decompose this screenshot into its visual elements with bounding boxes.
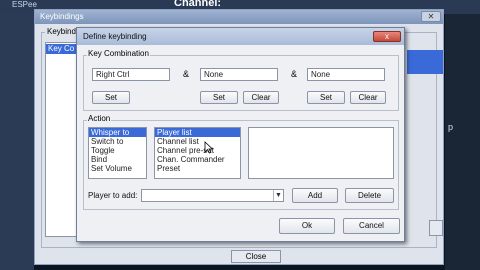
background-app-title: ESPee bbox=[12, 0, 37, 9]
mouse-cursor-icon bbox=[204, 141, 214, 154]
ok-button[interactable]: Ok bbox=[279, 218, 335, 234]
action-list[interactable]: Whisper to Switch to Toggle Bind Set Vol… bbox=[88, 127, 147, 179]
background-left-panel bbox=[0, 14, 34, 270]
set-button-1[interactable]: Set bbox=[92, 91, 130, 104]
chevron-down-icon[interactable]: ▼ bbox=[273, 190, 283, 201]
keybindings-close-button[interactable]: Close bbox=[231, 250, 281, 263]
keybindings-close-icon[interactable]: ✕ bbox=[421, 11, 441, 22]
set-button-2[interactable]: Set bbox=[200, 91, 238, 104]
key-field-1[interactable]: Right Ctrl bbox=[92, 68, 170, 81]
list-item[interactable]: Chan. Commander bbox=[155, 155, 240, 164]
action-label: Action bbox=[87, 114, 112, 123]
list-item[interactable]: Player list bbox=[155, 128, 240, 137]
close-icon[interactable]: x bbox=[373, 31, 401, 42]
set-button-3[interactable]: Set bbox=[307, 91, 345, 104]
list-item[interactable]: Channel pre-set bbox=[155, 146, 240, 155]
list-item[interactable]: Preset bbox=[155, 164, 240, 173]
delete-button[interactable]: Delete bbox=[345, 188, 394, 203]
list-item[interactable]: Set Volume bbox=[89, 164, 146, 173]
dialog-title: Define keybinding bbox=[83, 32, 147, 41]
background-right-panel bbox=[445, 14, 480, 270]
list-item[interactable]: Switch to bbox=[89, 137, 146, 146]
cancel-button[interactable]: Cancel bbox=[343, 218, 400, 234]
separator-1: & bbox=[183, 69, 190, 79]
add-button[interactable]: Add bbox=[292, 188, 338, 203]
player-to-add-label: Player to add: bbox=[88, 191, 138, 200]
background-right-letter: p bbox=[448, 122, 454, 132]
target-list[interactable]: Player list Channel list Channel pre-set… bbox=[154, 127, 241, 179]
key-combination-label: Key Combination bbox=[87, 49, 150, 58]
background-channel-label: Channel: bbox=[174, 0, 222, 9]
keybindings-titlebar[interactable] bbox=[35, 10, 443, 24]
keybindings-list-selection bbox=[407, 50, 443, 74]
list-item[interactable]: Whisper to bbox=[89, 128, 146, 137]
key-field-2[interactable]: None bbox=[200, 68, 278, 81]
players-list[interactable] bbox=[248, 127, 394, 179]
separator-2: & bbox=[291, 69, 298, 79]
clear-button-3[interactable]: Clear bbox=[350, 91, 386, 104]
list-item[interactable]: Toggle bbox=[89, 146, 146, 155]
player-to-add-select[interactable]: ▼ bbox=[141, 189, 284, 202]
key-field-3[interactable]: None bbox=[307, 68, 385, 81]
keybindings-side-button[interactable] bbox=[429, 220, 443, 236]
define-keybinding-dialog: Define keybinding x Key Combination Righ… bbox=[76, 27, 405, 242]
clear-button-2[interactable]: Clear bbox=[243, 91, 279, 104]
keybindings-title: Keybindings bbox=[40, 12, 84, 21]
list-item[interactable]: Channel list bbox=[155, 137, 240, 146]
list-item[interactable]: Bind bbox=[89, 155, 146, 164]
